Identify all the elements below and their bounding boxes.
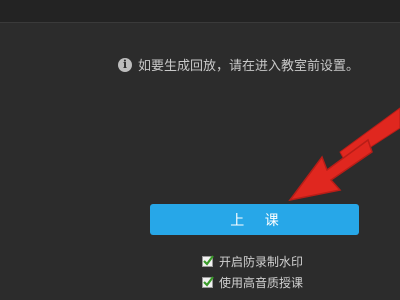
classroom-setup-screen: i 如要生成回放，请在进入教室前设置。 上 课 开启防录制水印 使用高音质授课 xyxy=(0,0,400,300)
red-arrow-icon xyxy=(288,107,400,202)
